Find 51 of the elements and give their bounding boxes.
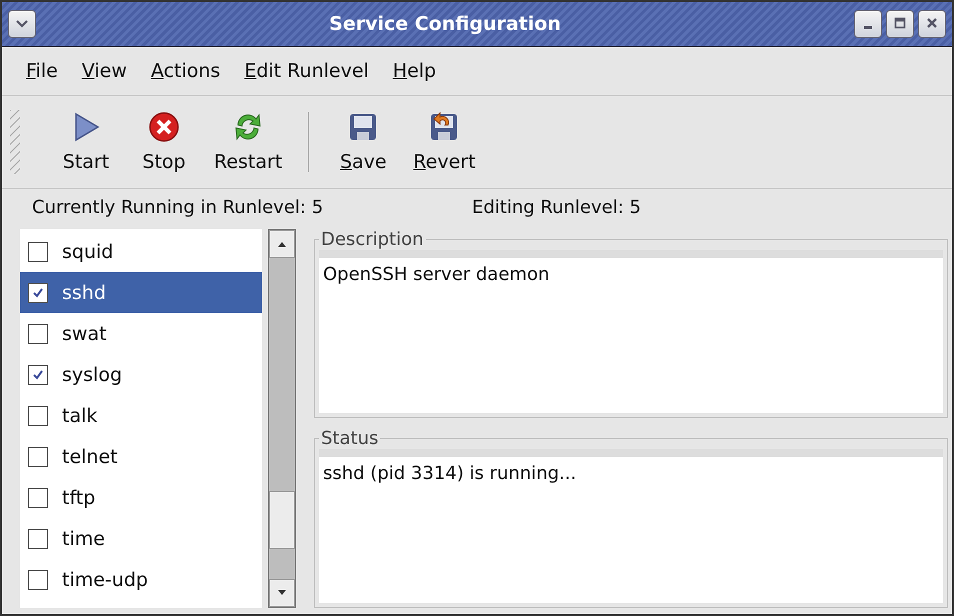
scrollbar-thumb[interactable]: [269, 491, 295, 549]
checkmark-icon: [32, 368, 44, 380]
checkbox[interactable]: [28, 446, 48, 466]
up-arrow-icon[interactable]: [277, 240, 287, 248]
service-row[interactable]: squid: [20, 231, 262, 272]
service-row[interactable]: time: [20, 518, 262, 559]
status-text: sshd (pid 3314) is running...: [319, 448, 943, 603]
chevron-down-icon: [15, 19, 29, 29]
minimize-icon: [864, 26, 872, 29]
checkbox[interactable]: [28, 528, 48, 548]
service-row[interactable]: sshd: [20, 272, 262, 313]
checkmark-icon: [32, 286, 44, 298]
description-label: Description: [320, 229, 425, 250]
toolbar-button[interactable]: Stop: [128, 105, 200, 179]
status-label: Status: [320, 428, 380, 449]
minimize-button[interactable]: [854, 10, 882, 38]
close-button[interactable]: [918, 10, 946, 38]
toolbar-grip[interactable]: [10, 110, 20, 174]
stop-icon: [148, 111, 180, 143]
toolbar-button[interactable]: Save: [327, 105, 400, 179]
checkbox[interactable]: [28, 570, 48, 590]
toolbar-button[interactable]: Revert: [405, 105, 484, 179]
window-title: Service Configuration: [328, 13, 562, 35]
window-menu-button[interactable]: [8, 10, 36, 38]
service-row[interactable]: telnet: [20, 436, 262, 477]
checkbox[interactable]: [28, 242, 48, 262]
current-runlevel-label: Currently Running in Runlevel: 5: [32, 196, 324, 218]
service-row[interactable]: time-udp: [20, 559, 262, 600]
description-text: OpenSSH server daemon: [319, 250, 943, 413]
checkbox[interactable]: [28, 406, 48, 426]
service-row[interactable]: syslog: [20, 354, 262, 395]
checkbox[interactable]: [28, 324, 48, 344]
menu-item[interactable]: Help: [386, 56, 442, 86]
menu-item[interactable]: File: [20, 56, 64, 86]
maximize-icon: [894, 17, 906, 29]
checkbox[interactable]: [28, 488, 48, 508]
menu-item[interactable]: View: [76, 56, 133, 86]
service-row[interactable]: talk: [20, 395, 262, 436]
toolbar-button[interactable]: Restart: [206, 105, 290, 179]
checkbox[interactable]: [28, 364, 48, 384]
menu-item[interactable]: Actions: [144, 56, 226, 86]
editing-runlevel-label: Editing Runlevel: 5: [472, 196, 641, 218]
down-arrow-icon[interactable]: [277, 589, 287, 597]
maximize-button[interactable]: [886, 10, 914, 38]
close-icon: [926, 17, 938, 29]
service-row[interactable]: tftp: [20, 477, 262, 518]
checkbox[interactable]: [28, 282, 48, 302]
scrollbar[interactable]: [268, 229, 296, 608]
menu-item[interactable]: Edit Runlevel: [238, 56, 375, 86]
service-row[interactable]: swat: [20, 313, 262, 354]
toolbar-button[interactable]: Start: [50, 105, 122, 179]
